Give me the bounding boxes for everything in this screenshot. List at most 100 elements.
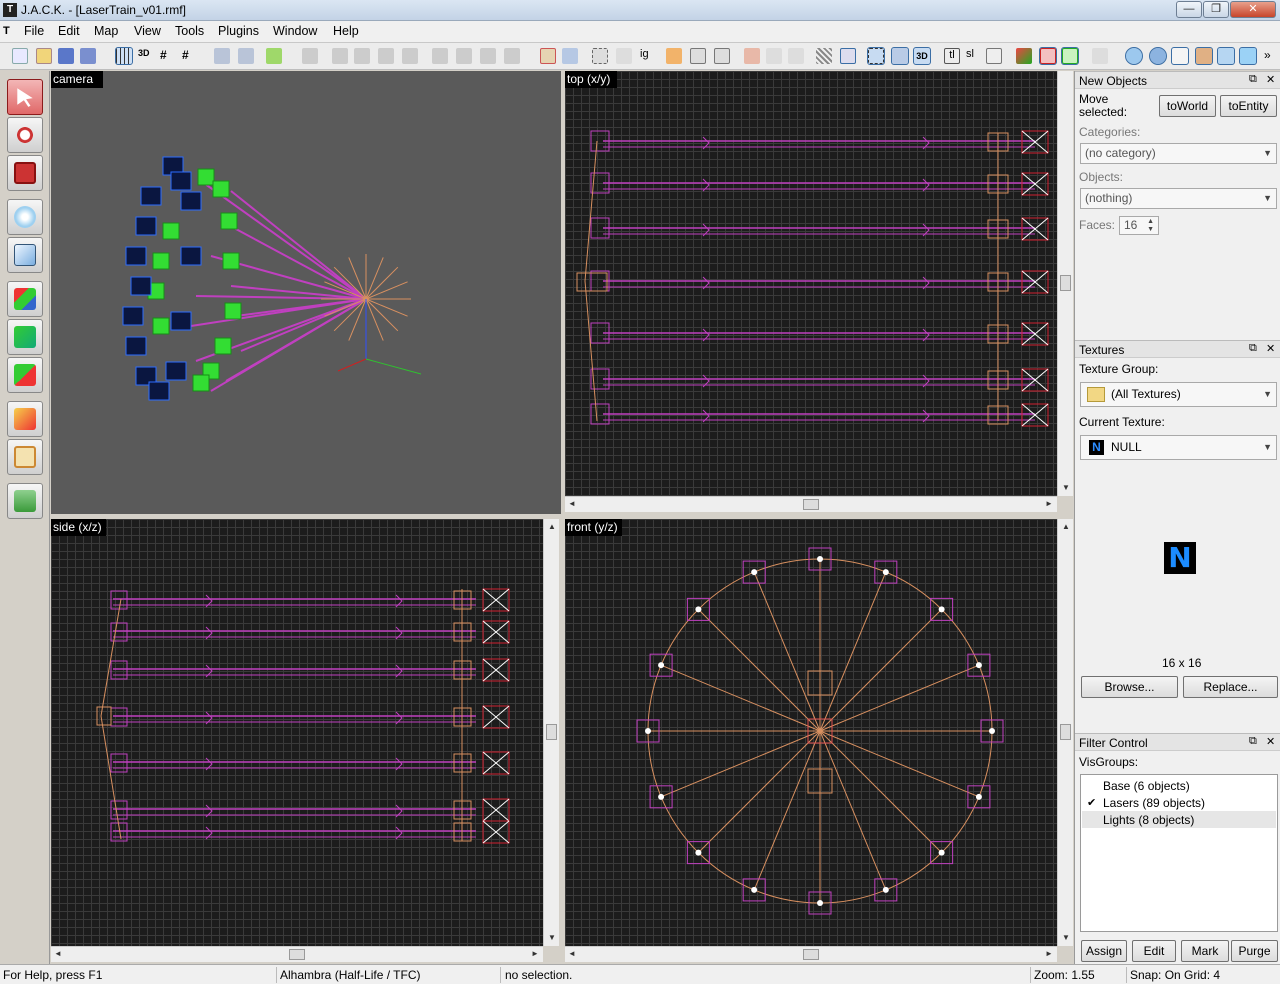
magnify-tool[interactable] <box>7 117 43 153</box>
block-tool[interactable] <box>7 237 43 273</box>
visgroup-item-lasers[interactable]: Lasers (89 objects) <box>1103 796 1205 810</box>
close-button[interactable]: ✕ <box>1230 1 1276 18</box>
save-icon[interactable] <box>58 48 74 64</box>
flip-h-icon[interactable] <box>432 48 448 64</box>
ungroup-icon[interactable] <box>238 48 254 64</box>
vertex-select-icon[interactable] <box>867 47 885 65</box>
object-select-icon[interactable] <box>891 47 909 65</box>
camera-tool[interactable] <box>7 155 43 191</box>
menu-view[interactable]: View <box>134 24 161 38</box>
group-icon[interactable] <box>214 48 230 64</box>
path-tool[interactable] <box>7 483 43 519</box>
scroll-right-icon[interactable]: ► <box>1045 949 1053 959</box>
current-texture-select[interactable]: N NULL ▼ <box>1080 435 1277 460</box>
texture-app-icon[interactable] <box>816 48 832 64</box>
float-panel-icon[interactable]: ⧉ <box>1249 735 1257 748</box>
top-vscrollbar[interactable]: ▼ <box>1057 71 1073 496</box>
scroll-up-icon[interactable]: ▲ <box>1062 522 1070 532</box>
undo-icon[interactable] <box>744 48 760 64</box>
model-icon[interactable] <box>1195 47 1213 65</box>
scroll-thumb[interactable] <box>1060 724 1071 740</box>
camera-viewport[interactable]: camera <box>51 71 561 514</box>
top-viewport[interactable]: top (x/y) <box>565 71 1057 496</box>
water-icon[interactable] <box>1239 47 1257 65</box>
menu-tools[interactable]: Tools <box>175 24 204 38</box>
menu-edit[interactable]: Edit <box>58 24 80 38</box>
carve-icon[interactable] <box>480 48 496 64</box>
align-left-icon[interactable] <box>332 48 348 64</box>
scroll-right-icon[interactable]: ► <box>531 949 539 959</box>
scroll-thumb[interactable] <box>803 499 819 510</box>
texture-tool[interactable] <box>7 281 43 317</box>
sphere-icon[interactable] <box>1125 47 1143 65</box>
portal-icon[interactable] <box>1061 47 1079 65</box>
select-area-icon[interactable] <box>592 48 608 64</box>
float-panel-icon[interactable]: ⧉ <box>1249 73 1257 86</box>
menu-help[interactable]: Help <box>333 24 359 38</box>
doc-icon[interactable]: T <box>3 25 10 37</box>
compile-icon[interactable] <box>540 48 556 64</box>
objects-select[interactable]: (nothing) ▼ <box>1080 188 1277 209</box>
replace-button[interactable]: Replace... <box>1183 676 1278 698</box>
minimize-button[interactable]: — <box>1176 1 1202 18</box>
clone-icon[interactable] <box>690 48 706 64</box>
new-file-icon[interactable] <box>12 48 28 64</box>
mark-button[interactable]: Mark <box>1181 940 1229 962</box>
scroll-left-icon[interactable]: ◄ <box>54 949 62 959</box>
save-as-icon[interactable] <box>80 48 96 64</box>
align-bottom-icon[interactable] <box>402 48 418 64</box>
purge-button[interactable]: Purge <box>1231 940 1278 962</box>
spin-icon[interactable]: ▲ ▼ <box>1147 218 1154 234</box>
copy-icon[interactable] <box>766 48 782 64</box>
browse-button[interactable]: Browse... <box>1081 676 1178 698</box>
to-world-button[interactable]: toWorld <box>1159 95 1216 117</box>
pointfile-icon[interactable] <box>1016 48 1032 64</box>
hollow-icon[interactable] <box>504 48 520 64</box>
side-viewport[interactable]: side (x/z) <box>51 519 543 946</box>
visgroup-item-base[interactable]: Base (6 objects) <box>1103 779 1190 793</box>
close-panel-icon[interactable]: ✕ <box>1266 73 1275 86</box>
paste-icon[interactable] <box>714 48 730 64</box>
selection-tool[interactable] <box>7 79 43 115</box>
front-vscrollbar[interactable]: ▲ ▼ <box>1057 519 1073 946</box>
paste-special-icon[interactable] <box>788 48 804 64</box>
menu-map[interactable]: Map <box>94 24 118 38</box>
maximize-button[interactable]: ❐ <box>1203 1 1229 18</box>
select-tool-icon[interactable] <box>840 48 856 64</box>
menu-file[interactable]: File <box>24 24 44 38</box>
grid-smaller-icon[interactable]: # <box>160 48 176 64</box>
close-panel-icon[interactable]: ✕ <box>1266 342 1275 355</box>
menu-plugins[interactable]: Plugins <box>218 24 259 38</box>
open-file-icon[interactable] <box>36 48 52 64</box>
faces-stepper[interactable]: 16 ▲ ▼ <box>1119 216 1159 235</box>
decal-tool[interactable] <box>7 357 43 393</box>
scroll-down-icon[interactable]: ▼ <box>1062 483 1070 493</box>
texture-lock-icon[interactable] <box>666 48 682 64</box>
cut-icon[interactable] <box>302 48 318 64</box>
visgroup-item-lights[interactable]: Lights (8 objects) <box>1103 813 1194 827</box>
entity-tool[interactable] <box>7 199 43 235</box>
ignore-groups-icon[interactable]: ig <box>640 48 656 64</box>
options-icon[interactable] <box>1092 48 1108 64</box>
align-top-icon[interactable] <box>378 48 394 64</box>
clip-tool[interactable] <box>7 401 43 437</box>
3d-view-icon[interactable]: 3D <box>913 47 931 65</box>
front-viewport[interactable]: front (y/z) <box>565 519 1057 946</box>
align-right-icon[interactable] <box>354 48 370 64</box>
run-icon[interactable] <box>562 48 578 64</box>
grid-toggle-icon[interactable] <box>115 47 133 65</box>
3d-grid-icon[interactable]: 3D <box>138 48 154 64</box>
scroll-down-icon[interactable]: ▼ <box>1062 933 1070 943</box>
scroll-down-icon[interactable]: ▼ <box>548 933 556 943</box>
flip-v-icon[interactable] <box>456 48 472 64</box>
scroll-thumb[interactable] <box>803 949 819 960</box>
visgroups-list[interactable]: Base (6 objects) ✔ Lasers (89 objects) L… <box>1080 774 1278 932</box>
sky-icon[interactable] <box>1217 47 1235 65</box>
sl-icon[interactable]: sl <box>966 48 982 64</box>
checkmark-icon[interactable]: ✔ <box>1087 796 1096 809</box>
camera-icon[interactable] <box>1149 47 1167 65</box>
texture-group-select[interactable]: (All Textures) ▼ <box>1080 382 1277 407</box>
side-hscrollbar[interactable]: ◄ ► <box>51 946 543 962</box>
top-hscrollbar[interactable]: ◄ ► <box>565 496 1057 512</box>
scroll-left-icon[interactable]: ◄ <box>568 499 576 509</box>
